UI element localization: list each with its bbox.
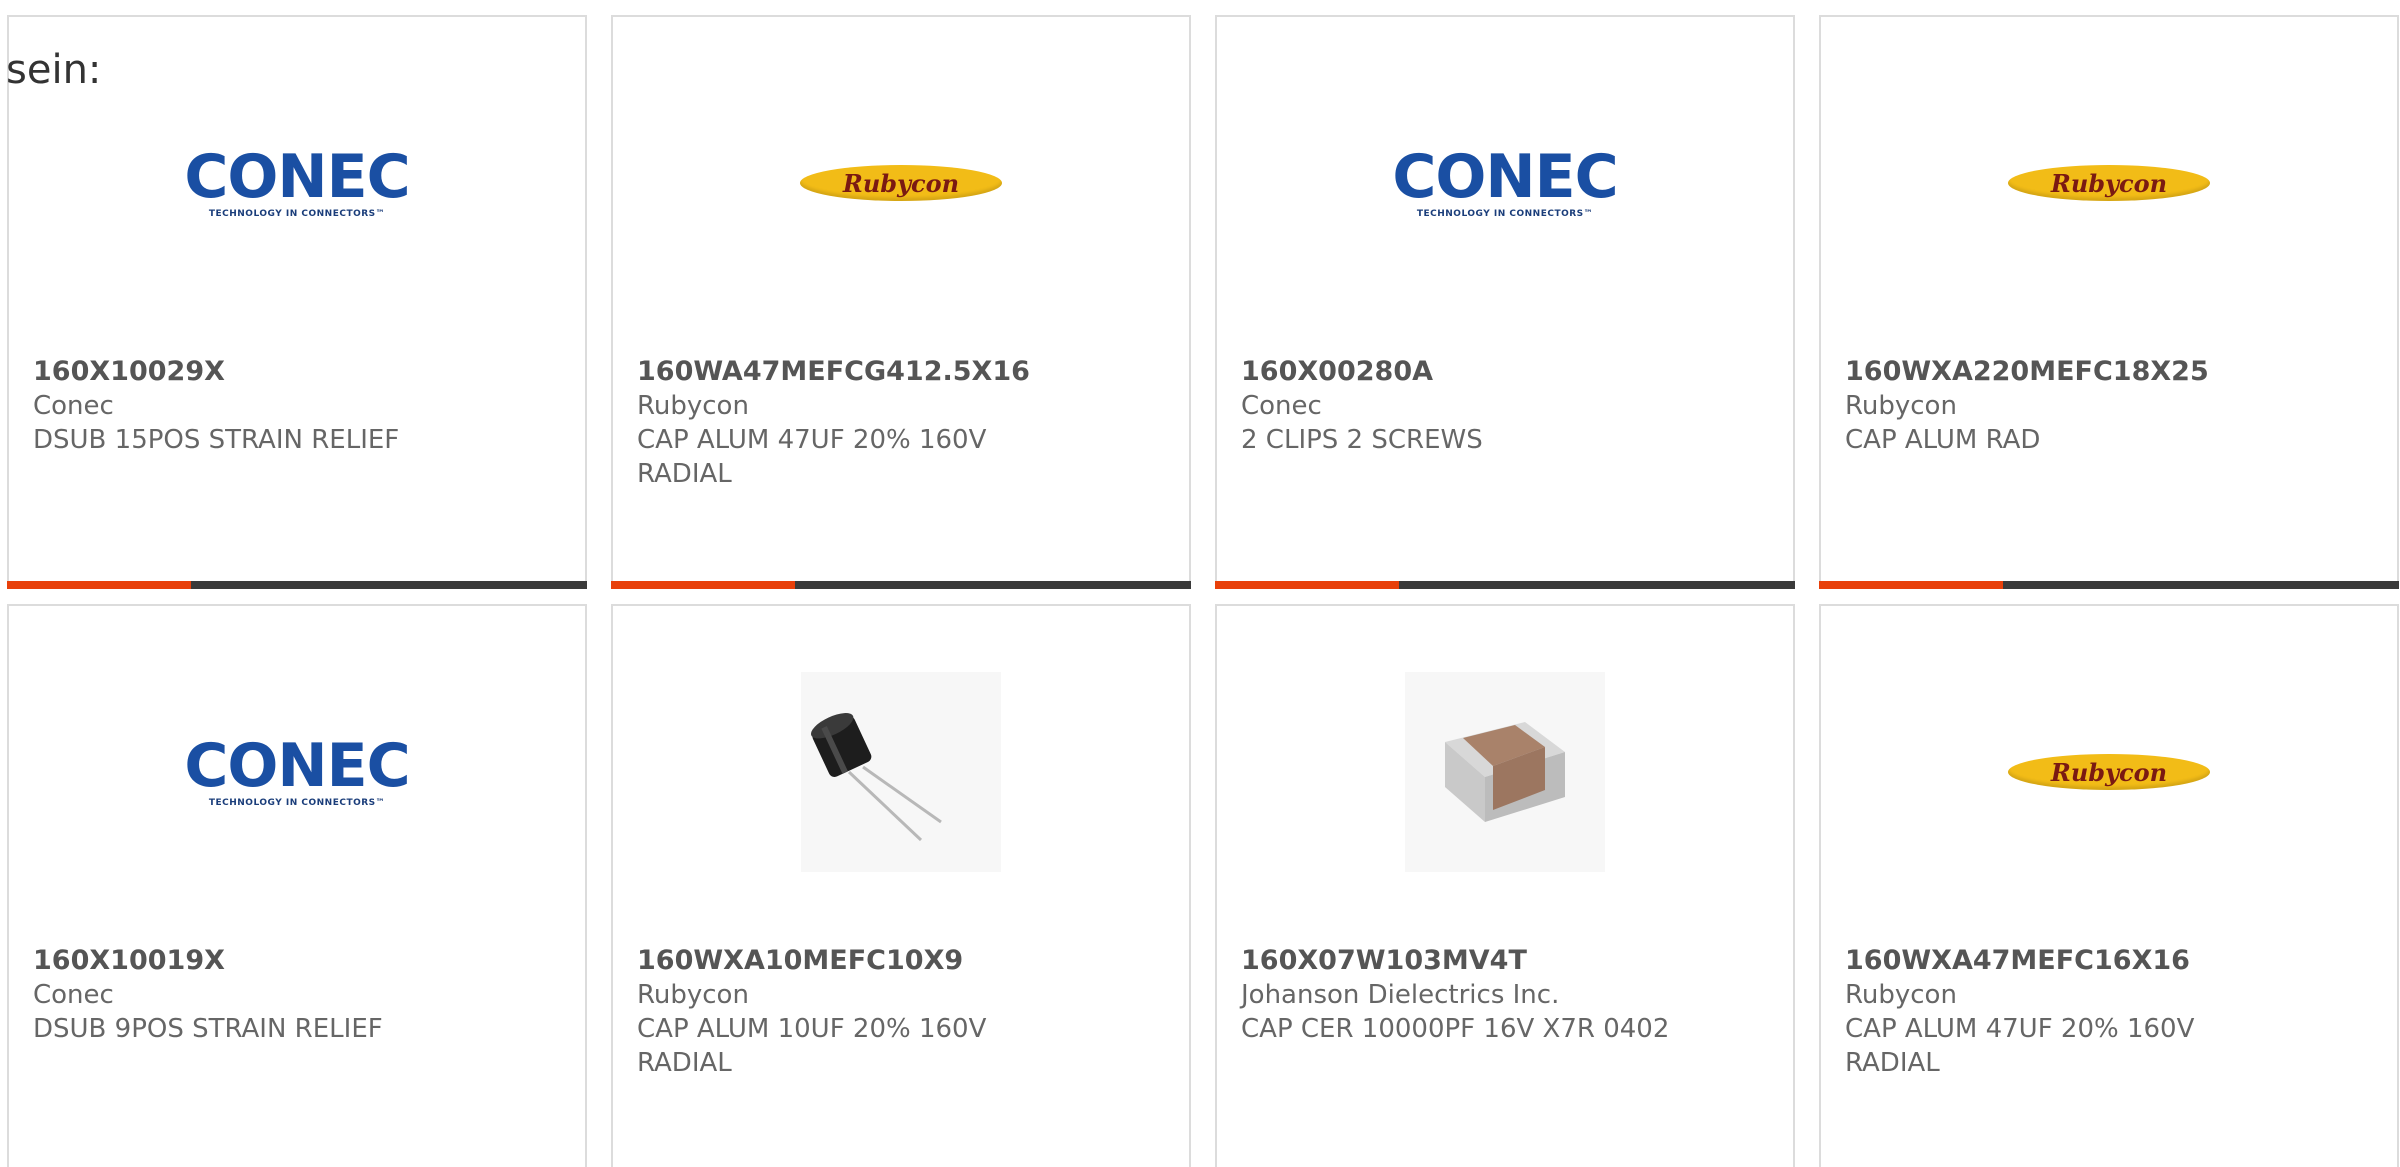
card-accent-bar: [611, 581, 795, 589]
product-description: CAP ALUM 10UF 20% 160V RADIAL: [637, 1014, 987, 1078]
product-image[interactable]: Rubycon: [1821, 83, 2397, 283]
product-card[interactable]: Rubycon 160WXA220MEFC18X25 Rubycon CAP A…: [1819, 15, 2399, 589]
product-description: DSUB 15POS STRAIN RELIEF: [33, 425, 400, 455]
lead-text: sein:: [6, 47, 102, 93]
product-image[interactable]: [1217, 672, 1793, 872]
rubycon-logo: Rubycon: [800, 165, 1002, 201]
card-bottom-bar: [611, 581, 1191, 589]
part-number-link[interactable]: 160WXA47MEFC16X16: [1845, 944, 2373, 978]
manufacturer-name: Conec: [1241, 391, 1322, 421]
conec-logo: CONEC TECHNOLOGY IN CONNECTORS™: [184, 731, 410, 808]
manufacturer-name: Rubycon: [637, 980, 749, 1010]
ceramic-chip-capacitor-photo: [1405, 672, 1605, 872]
product-card[interactable]: 160WXA10MEFC10X9 Rubycon CAP ALUM 10UF 2…: [611, 604, 1191, 1167]
part-number-link[interactable]: 160WXA220MEFC18X25: [1845, 355, 2373, 389]
electrolytic-capacitor-photo: [801, 672, 1001, 872]
card-bottom-bar: [1819, 581, 2399, 589]
product-card[interactable]: Rubycon 160WA47MEFCG412.5X16 Rubycon CAP…: [611, 15, 1191, 589]
manufacturer-name: Johanson Dielectrics Inc.: [1241, 980, 1560, 1010]
product-description: CAP ALUM 47UF 20% 160V RADIAL: [1845, 1014, 2195, 1078]
product-image[interactable]: Rubycon: [613, 83, 1189, 283]
product-description: 2 CLIPS 2 SCREWS: [1241, 425, 1483, 455]
manufacturer-name: Rubycon: [637, 391, 749, 421]
manufacturer-name: Rubycon: [1845, 391, 1957, 421]
rubycon-logo: Rubycon: [2008, 754, 2210, 790]
product-card[interactable]: 160X07W103MV4T Johanson Dielectrics Inc.…: [1215, 604, 1795, 1167]
chip-capacitor-icon: [1445, 722, 1565, 822]
card-bottom-bar: [7, 581, 587, 589]
manufacturer-name: Conec: [33, 980, 114, 1010]
card-bottom-bar: [1215, 581, 1795, 589]
product-description: CAP ALUM RAD: [1845, 425, 2041, 455]
rubycon-logo: Rubycon: [2008, 165, 2210, 201]
part-number-link[interactable]: 160WXA10MEFC10X9: [637, 944, 1165, 978]
product-card[interactable]: CONEC TECHNOLOGY IN CONNECTORS™ 160X1001…: [7, 604, 587, 1167]
manufacturer-name: Conec: [33, 391, 114, 421]
conec-logo: CONEC TECHNOLOGY IN CONNECTORS™: [184, 142, 410, 219]
capacitor-icon: [810, 713, 942, 842]
part-number-link[interactable]: 160WA47MEFCG412.5X16: [637, 355, 1165, 389]
product-image[interactable]: CONEC TECHNOLOGY IN CONNECTORS™: [9, 672, 585, 872]
part-number-link[interactable]: 160X00280A: [1241, 355, 1769, 389]
card-accent-bar: [1819, 581, 2003, 589]
product-description: DSUB 9POS STRAIN RELIEF: [33, 1014, 383, 1044]
product-image[interactable]: CONEC TECHNOLOGY IN CONNECTORS™: [1217, 83, 1793, 283]
card-accent-bar: [7, 581, 191, 589]
card-accent-bar: [1215, 581, 1399, 589]
product-card[interactable]: Rubycon 160WXA47MEFC16X16 Rubycon CAP AL…: [1819, 604, 2399, 1167]
product-card[interactable]: CONEC TECHNOLOGY IN CONNECTORS™ 160X1002…: [7, 15, 587, 589]
part-number-link[interactable]: 160X07W103MV4T: [1241, 944, 1769, 978]
product-card[interactable]: CONEC TECHNOLOGY IN CONNECTORS™ 160X0028…: [1215, 15, 1795, 589]
product-description: CAP ALUM 47UF 20% 160V RADIAL: [637, 425, 987, 489]
conec-logo: CONEC TECHNOLOGY IN CONNECTORS™: [1392, 142, 1618, 219]
product-description: CAP CER 10000PF 16V X7R 0402: [1241, 1014, 1670, 1044]
product-image[interactable]: Rubycon: [1821, 672, 2397, 872]
part-number-link[interactable]: 160X10029X: [33, 355, 561, 389]
manufacturer-name: Rubycon: [1845, 980, 1957, 1010]
part-number-link[interactable]: 160X10019X: [33, 944, 561, 978]
product-image[interactable]: [613, 672, 1189, 872]
product-image[interactable]: CONEC TECHNOLOGY IN CONNECTORS™: [9, 83, 585, 283]
